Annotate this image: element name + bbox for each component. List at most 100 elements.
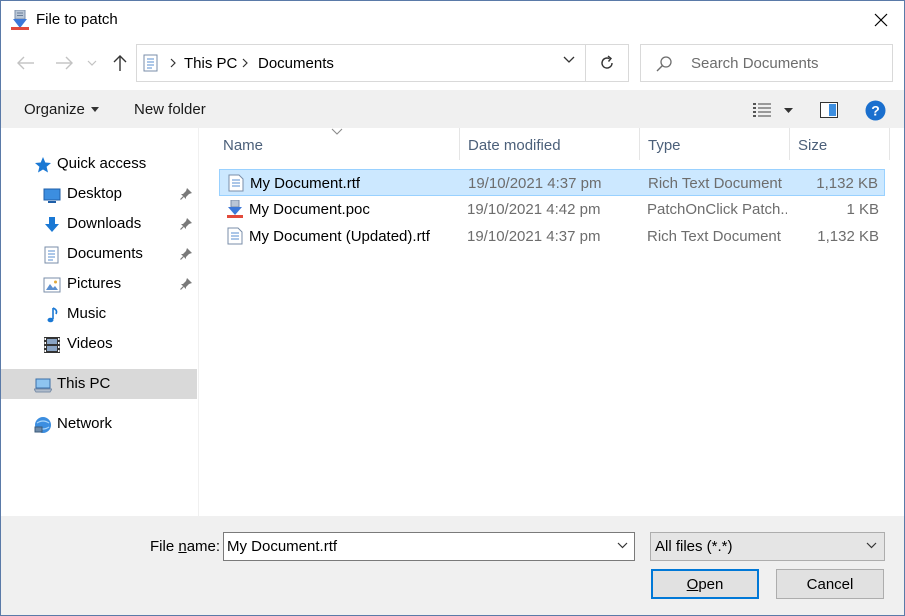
open-label: pen [698, 575, 724, 593]
documents-icon [143, 54, 158, 72]
file-type: Rich Text Document [648, 175, 782, 192]
file-date: 19/10/2021 4:37 pm [468, 175, 602, 192]
column-header-name[interactable]: Name [215, 128, 460, 160]
chevron-down-icon [866, 542, 877, 549]
column-header-date[interactable]: Date modified [460, 128, 640, 160]
sidebar-item-label: Documents [67, 245, 143, 262]
file-name-input[interactable] [227, 536, 607, 557]
refresh-button[interactable] [586, 44, 629, 82]
arrow-up-icon [113, 55, 127, 71]
caret-down-icon[interactable] [784, 108, 793, 113]
file-name-label: File name: [150, 538, 220, 555]
chevron-down-icon[interactable] [617, 542, 628, 549]
help-icon[interactable]: ? [865, 100, 886, 121]
pin-icon [180, 278, 192, 290]
close-icon [874, 13, 888, 27]
sidebar-item-pictures[interactable]: Pictures [1, 269, 197, 299]
sidebar-item-videos[interactable]: Videos [1, 329, 197, 359]
sidebar-item-label: This PC [57, 375, 111, 392]
caret-down-icon [90, 106, 99, 112]
preview-pane-icon[interactable] [820, 102, 838, 118]
sidebar-item-desktop[interactable]: Desktop [1, 179, 197, 209]
rtf-file-icon [228, 174, 244, 192]
file-name-label-part: File [150, 538, 179, 555]
table-row[interactable]: My Document.poc 19/10/2021 4:42 pm Patch… [219, 196, 885, 223]
forward-button[interactable] [52, 51, 76, 75]
organize-label: Organize [24, 101, 85, 118]
search-box[interactable]: Search Documents [640, 44, 893, 82]
sidebar-item-label: Videos [67, 335, 113, 352]
pin-icon [180, 188, 192, 200]
sidebar-item-quick-access[interactable]: Quick access [1, 149, 197, 179]
file-name: My Document (Updated).rtf [249, 228, 430, 245]
refresh-icon [601, 55, 613, 69]
window-title: File to patch [36, 11, 118, 28]
recent-locations-button[interactable] [83, 51, 101, 75]
sidebar-item-label: Pictures [67, 275, 122, 292]
file-date: 19/10/2021 4:37 pm [467, 228, 601, 245]
documents-icon [44, 246, 59, 264]
command-bar: Organize New folder ? [1, 90, 904, 128]
arrow-right-icon [56, 56, 73, 70]
back-button[interactable] [14, 51, 38, 75]
pin-icon [180, 248, 192, 260]
sidebar-item-label: Desktop [67, 185, 123, 202]
network-icon [34, 417, 51, 433]
chevron-right-icon [170, 58, 176, 68]
sidebar-item-this-pc[interactable]: This PC [1, 369, 197, 399]
title-bar: File to patch [1, 1, 904, 39]
file-name-combobox[interactable] [223, 532, 635, 561]
chevron-right-icon[interactable] [239, 55, 251, 71]
table-row[interactable]: My Document.rtf 19/10/2021 4:37 pm Rich … [219, 169, 885, 196]
sidebar-item-label: Downloads [67, 215, 142, 232]
sidebar-item-network[interactable]: Network [1, 409, 197, 439]
dialog-footer: File name: All files (*.*) Open Cancel [1, 516, 904, 615]
column-header-type[interactable]: Type [640, 128, 790, 160]
chevron-down-icon [87, 60, 97, 66]
navigation-bar: This PC Documents Search Documents [1, 39, 904, 89]
open-button[interactable]: Open [651, 569, 759, 599]
patch-app-icon [11, 10, 29, 30]
file-name-label-accesskey: n [178, 538, 187, 555]
chevron-down-icon[interactable] [563, 56, 575, 64]
file-dialog: File to patch This PC Documents Search D… [0, 0, 905, 616]
sidebar-item-documents[interactable]: Documents [1, 239, 197, 269]
file-date: 19/10/2021 4:42 pm [467, 201, 601, 218]
sidebar-item-music[interactable]: Music [1, 299, 197, 329]
file-type-filter-value: All files (*.*) [655, 538, 733, 555]
download-icon [45, 217, 59, 232]
music-icon [47, 307, 58, 323]
sidebar-item-label: Quick access [57, 155, 147, 172]
desktop-icon [43, 188, 61, 203]
column-header-label: Type [648, 137, 681, 154]
column-header-size[interactable]: Size [790, 128, 890, 160]
sidebar-item-label: Music [67, 305, 107, 322]
breadcrumb-documents[interactable]: Documents [258, 55, 334, 72]
pin-icon [180, 218, 192, 230]
open-accesskey: O [686, 575, 699, 593]
svg-text:?: ? [871, 103, 880, 119]
sidebar-item-downloads[interactable]: Downloads [1, 209, 197, 239]
close-button[interactable] [858, 1, 904, 39]
patch-file-icon [227, 200, 243, 218]
view-details-icon[interactable] [753, 103, 771, 117]
address-bar[interactable]: This PC Documents [136, 44, 586, 82]
column-header-label: Name [223, 137, 264, 154]
search-icon [656, 56, 672, 72]
breadcrumb-this-pc[interactable]: This PC [184, 55, 237, 72]
computer-icon [34, 378, 52, 393]
file-name: My Document.rtf [250, 175, 361, 192]
new-folder-button[interactable]: New folder [134, 101, 206, 118]
file-name-label-part: ame: [186, 538, 221, 555]
up-button[interactable] [108, 51, 132, 75]
file-type-filter[interactable]: All files (*.*) [650, 532, 885, 561]
arrow-left-icon [17, 56, 34, 70]
rtf-file-icon [227, 227, 243, 245]
organize-button[interactable]: Organize [24, 101, 99, 118]
file-name: My Document.poc [249, 201, 370, 218]
star-icon [35, 157, 51, 173]
column-header-label: Date modified [468, 137, 561, 154]
file-size: 1,132 KB [817, 228, 879, 245]
cancel-button[interactable]: Cancel [776, 569, 884, 599]
table-row[interactable]: My Document (Updated).rtf 19/10/2021 4:3… [219, 223, 885, 250]
